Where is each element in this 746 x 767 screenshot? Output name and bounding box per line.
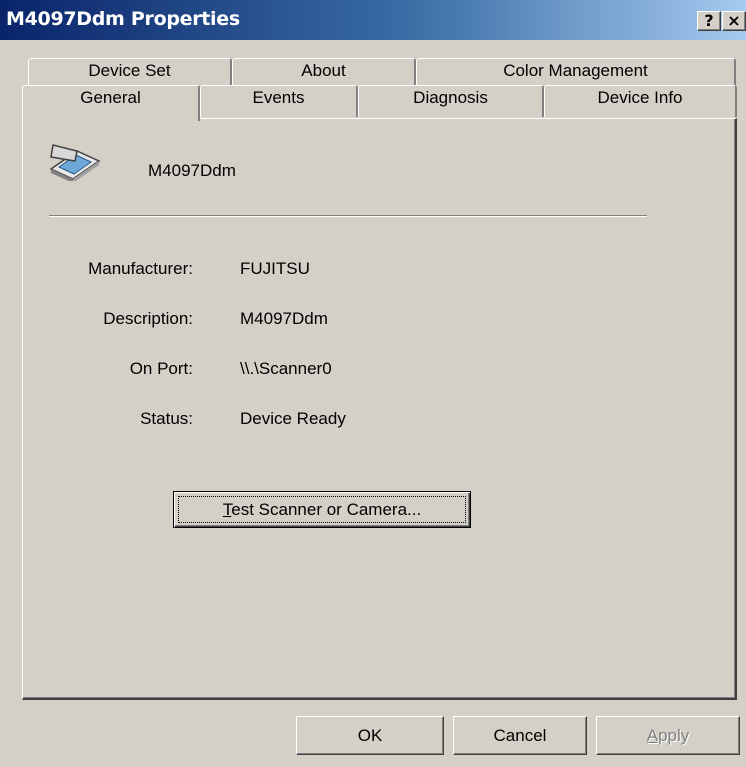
tab-device-info[interactable]: Device Info [544, 85, 737, 117]
device-name: M4097Ddm [148, 161, 236, 180]
general-tab-panel: M4097Ddm Manufacturer: FUJITSU Descripti… [22, 118, 737, 700]
label-rest: est Scanner or Camera... [231, 500, 422, 519]
tab-label: Device Info [597, 88, 683, 107]
description-value: M4097Ddm [240, 309, 328, 328]
tab-device-set[interactable]: Device Set [28, 58, 232, 86]
close-button[interactable]: × [722, 11, 746, 31]
port-value: \\.\Scanner0 [240, 359, 332, 378]
test-scanner-label: Test Scanner or Camera... [223, 500, 421, 519]
properties-dialog: M4097Ddm Properties ? × Device Set About… [0, 0, 746, 767]
separator [49, 215, 647, 217]
tab-label: General [80, 88, 141, 107]
manufacturer-value: FUJITSU [240, 259, 310, 278]
test-scanner-button[interactable]: Test Scanner or Camera... [173, 491, 471, 528]
help-icon: ? [704, 11, 714, 30]
tab-label: Diagnosis [413, 88, 488, 107]
tab-diagnosis[interactable]: Diagnosis [358, 85, 544, 117]
tab-about[interactable]: About [232, 58, 416, 86]
window-title: M4097Ddm Properties [6, 8, 240, 30]
status-value: Device Ready [240, 409, 346, 428]
ok-button[interactable]: OK [296, 716, 444, 755]
close-icon: × [727, 11, 741, 30]
title-bar[interactable]: M4097Ddm Properties ? × [0, 0, 746, 40]
tab-color-management[interactable]: Color Management [416, 58, 736, 86]
description-label: Description: [103, 309, 193, 328]
manufacturer-label: Manufacturer: [88, 259, 193, 278]
mnemonic-key: A [646, 726, 659, 745]
port-label: On Port: [129, 359, 193, 378]
cancel-button[interactable]: Cancel [453, 716, 587, 755]
tab-label: Events [252, 88, 305, 107]
tab-general[interactable]: General [22, 85, 200, 121]
tab-events[interactable]: Events [200, 85, 358, 117]
help-button[interactable]: ? [697, 11, 721, 31]
apply-button[interactable]: Apply [596, 716, 740, 755]
tab-label: Color Management [503, 61, 648, 80]
mnemonic-key: T [222, 500, 232, 519]
label-rest: pply [658, 726, 690, 745]
tab-label: Device Set [88, 61, 171, 80]
status-label: Status: [140, 409, 193, 428]
tab-label: About [301, 61, 346, 80]
scanner-icon [49, 144, 101, 181]
